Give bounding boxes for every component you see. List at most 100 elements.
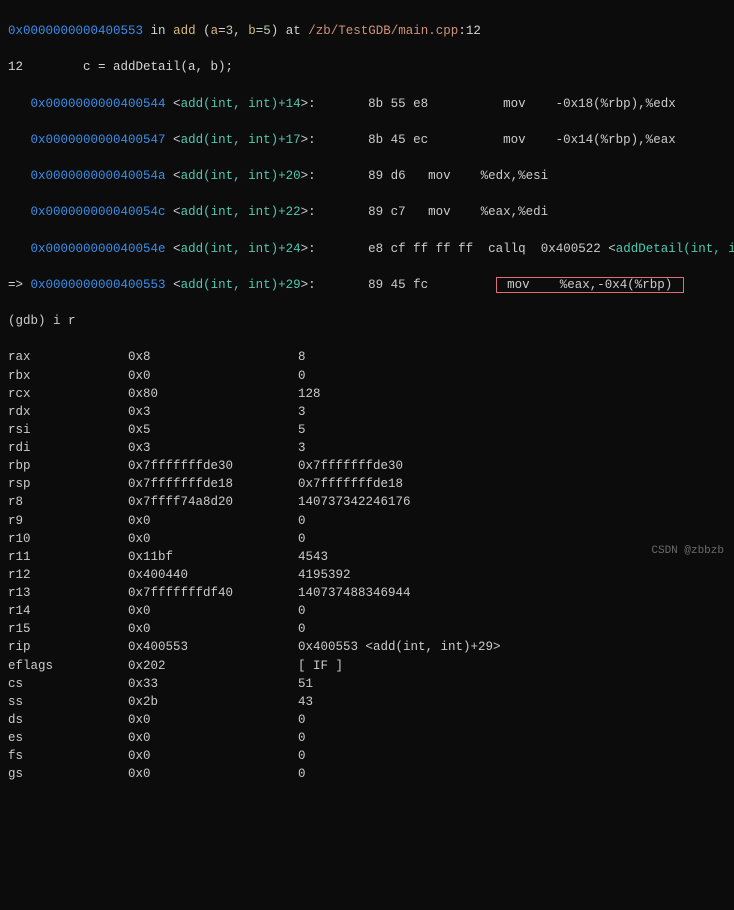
register-row: r120x4004404195392: [8, 566, 726, 584]
reg-hex: 0x11bf: [128, 548, 298, 566]
reg-hex: 0x0: [128, 620, 298, 638]
reg-name: gs: [8, 765, 128, 783]
reg-hex: 0x7fffffffde18: [128, 475, 298, 493]
reg-hex: 0x33: [128, 675, 298, 693]
gdb-prompt[interactable]: (gdb) i r: [8, 312, 726, 330]
reg-dec: 43: [298, 693, 313, 711]
register-row: r90x00: [8, 512, 726, 530]
register-row: cs0x3351: [8, 675, 726, 693]
reg-name: r13: [8, 584, 128, 602]
reg-hex: 0x8: [128, 348, 298, 366]
register-row: r140x00: [8, 602, 726, 620]
reg-dec: 0x7fffffffde30: [298, 457, 403, 475]
reg-dec: 3: [298, 439, 306, 457]
reg-dec: 0: [298, 602, 306, 620]
reg-dec: 0x400553 <add(int, int)+29>: [298, 638, 501, 656]
reg-hex: 0x7ffff74a8d20: [128, 493, 298, 511]
register-row: r80x7ffff74a8d20140737342246176: [8, 493, 726, 511]
reg-name: rdx: [8, 403, 128, 421]
reg-dec: 3: [298, 403, 306, 421]
reg-dec: 8: [298, 348, 306, 366]
register-row: eflags0x202[ IF ]: [8, 657, 726, 675]
register-row: rip0x4005530x400553 <add(int, int)+29>: [8, 638, 726, 656]
register-row: fs0x00: [8, 747, 726, 765]
register-row: rdi0x33: [8, 439, 726, 457]
reg-name: fs: [8, 747, 128, 765]
source-line: 12 c = addDetail(a, b);: [8, 58, 726, 76]
register-row: r100x00: [8, 530, 726, 548]
reg-hex: 0x3: [128, 439, 298, 457]
register-row: rsp0x7fffffffde180x7fffffffde18: [8, 475, 726, 493]
reg-hex: 0x400553: [128, 638, 298, 656]
frame-line: 0x0000000000400553 in add (a=3, b=5) at …: [8, 22, 726, 40]
reg-hex: 0x0: [128, 602, 298, 620]
register-row: ds0x00: [8, 711, 726, 729]
reg-name: r8: [8, 493, 128, 511]
disasm-row: 0x000000000040054a <add(int, int)+20>: 8…: [8, 167, 726, 185]
highlight-box: mov %eax,-0x4(%rbp): [496, 277, 684, 293]
register-row: rax0x88: [8, 348, 726, 366]
reg-hex: 0x7fffffffdf40: [128, 584, 298, 602]
register-row: r130x7fffffffdf40140737488346944: [8, 584, 726, 602]
reg-name: rcx: [8, 385, 128, 403]
register-row: ss0x2b43: [8, 693, 726, 711]
reg-dec: 128: [298, 385, 321, 403]
disasm-row: 0x000000000040054c <add(int, int)+22>: 8…: [8, 203, 726, 221]
reg-dec: 0x7fffffffde18: [298, 475, 403, 493]
reg-dec: [ IF ]: [298, 657, 343, 675]
register-row: rbx0x00: [8, 367, 726, 385]
reg-dec: 0: [298, 729, 306, 747]
frame-func: add: [173, 24, 196, 38]
reg-name: rsi: [8, 421, 128, 439]
reg-hex: 0x7fffffffde30: [128, 457, 298, 475]
reg-dec: 4543: [298, 548, 328, 566]
reg-hex: 0x0: [128, 711, 298, 729]
register-row: r150x00: [8, 620, 726, 638]
reg-name: cs: [8, 675, 128, 693]
reg-name: r10: [8, 530, 128, 548]
disasm-row: 0x0000000000400544 <add(int, int)+14>: 8…: [8, 95, 726, 113]
reg-dec: 0: [298, 711, 306, 729]
watermark: CSDN @zbbzb: [651, 544, 724, 560]
reg-hex: 0x0: [128, 512, 298, 530]
reg-name: r14: [8, 602, 128, 620]
reg-name: rip: [8, 638, 128, 656]
reg-hex: 0x400440: [128, 566, 298, 584]
reg-name: rax: [8, 348, 128, 366]
disasm-row: 0x000000000040054e <add(int, int)+24>: e…: [8, 240, 726, 258]
reg-name: ss: [8, 693, 128, 711]
register-row: r110x11bf4543: [8, 548, 726, 566]
reg-hex: 0x0: [128, 530, 298, 548]
register-row: rsi0x55: [8, 421, 726, 439]
reg-dec: 5: [298, 421, 306, 439]
disasm-row: 0x0000000000400547 <add(int, int)+17>: 8…: [8, 131, 726, 149]
reg-name: es: [8, 729, 128, 747]
reg-dec: 140737342246176: [298, 493, 411, 511]
reg-hex: 0x0: [128, 747, 298, 765]
disasm-row-current: => 0x0000000000400553 <add(int, int)+29>…: [8, 276, 726, 294]
reg-dec: 0: [298, 530, 306, 548]
frame-file: /zb/TestGDB/main.cpp: [308, 24, 458, 38]
reg-hex: 0x0: [128, 729, 298, 747]
reg-name: rbp: [8, 457, 128, 475]
reg-hex: 0x3: [128, 403, 298, 421]
register-row: gs0x00: [8, 765, 726, 783]
reg-dec: 0: [298, 620, 306, 638]
reg-dec: 0: [298, 512, 306, 530]
reg-dec: 51: [298, 675, 313, 693]
reg-dec: 4195392: [298, 566, 351, 584]
register-row: rcx0x80128: [8, 385, 726, 403]
reg-hex: 0x2b: [128, 693, 298, 711]
reg-hex: 0x0: [128, 367, 298, 385]
reg-name: rdi: [8, 439, 128, 457]
reg-name: r9: [8, 512, 128, 530]
reg-dec: 0: [298, 765, 306, 783]
reg-name: ds: [8, 711, 128, 729]
register-row: rbp0x7fffffffde300x7fffffffde30: [8, 457, 726, 475]
reg-hex: 0x0: [128, 765, 298, 783]
register-row: rdx0x33: [8, 403, 726, 421]
reg-name: r15: [8, 620, 128, 638]
reg-dec: 0: [298, 367, 306, 385]
reg-name: rsp: [8, 475, 128, 493]
frame-addr: 0x0000000000400553: [8, 24, 143, 38]
